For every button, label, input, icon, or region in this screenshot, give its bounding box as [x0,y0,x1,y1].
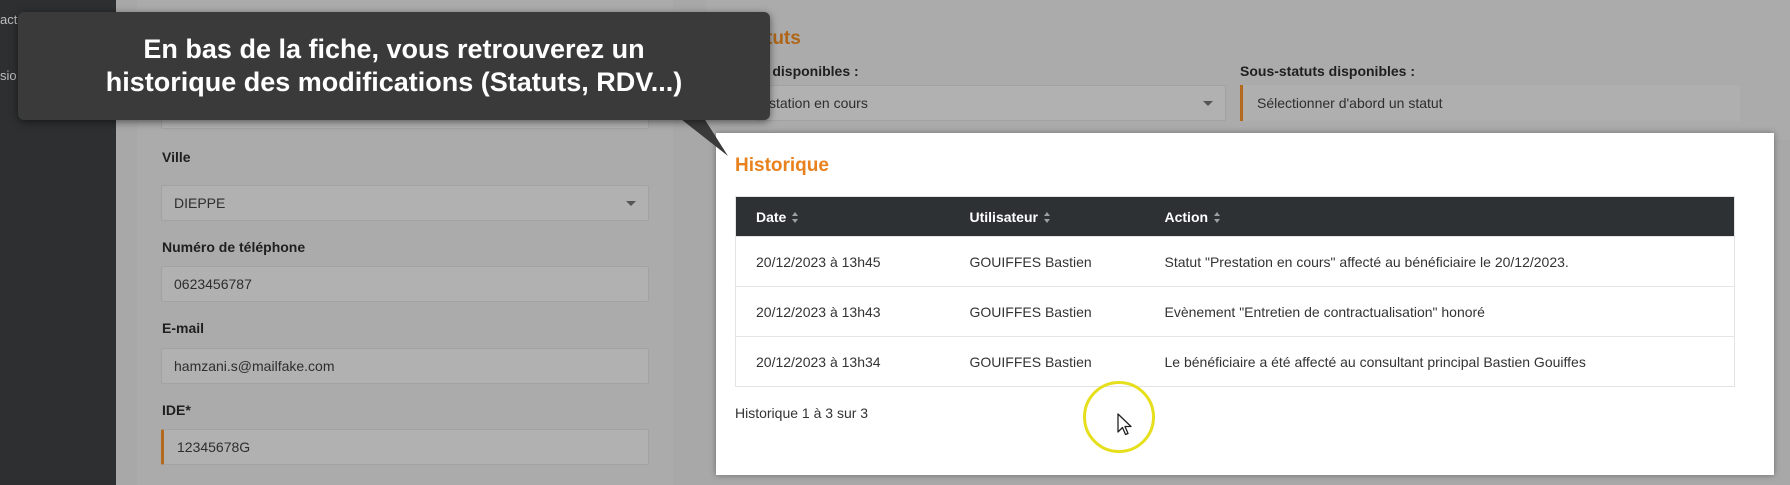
cell-date: 20/12/2023 à 13h34 [735,336,950,387]
table-row: 20/12/2023 à 13h43 GOUIFFES Bastien Evèn… [735,286,1735,337]
mouse-cursor-icon [1117,413,1132,436]
sort-icon [1043,212,1051,224]
sub-status-select[interactable]: Sélectionner d'abord un statut [1240,85,1740,121]
phone-input[interactable]: 0623456787 [161,266,649,302]
cell-action: Evènement "Entretien de contractualisati… [1144,286,1735,337]
status-title: tuts [766,28,801,49]
sort-icon [792,212,799,224]
status-select[interactable]: station en cours [756,85,1226,121]
chevron-down-icon [626,201,636,206]
tooltip-line: En bas de la fiche, vous retrouverez un [143,34,645,64]
cell-action: Statut "Prestation en cours" affecté au … [1144,236,1735,287]
ville-select[interactable]: DIEPPE [161,185,649,221]
tooltip-text: En bas de la fiche, vous retrouverez un … [18,33,770,99]
cell-user: GOUIFFES Bastien [949,336,1145,387]
cell-action: Le bénéficiaire a été affecté au consult… [1144,336,1735,387]
ide-label: IDE* [162,402,191,418]
column-header-label: Date [756,208,787,225]
ide-input[interactable]: 12345678G [161,429,649,465]
cell-date: 20/12/2023 à 13h43 [735,286,950,337]
historique-panel: Historique Date Utilisateur Action 20/12… [716,133,1774,475]
column-header-label: Action [1164,208,1209,225]
cell-user: GOUIFFES Bastien [949,286,1145,337]
column-header-date[interactable]: Date [735,196,950,237]
pagination-info: Historique 1 à 3 sur 3 [735,405,869,421]
email-label: E-mail [162,320,205,336]
cell-date: 20/12/2023 à 13h45 [735,236,950,287]
tooltip-line: historique des modifications (Statuts, R… [105,67,683,97]
sub-status-label: Sous-statuts disponibles : [1240,63,1416,79]
phone-label: Numéro de téléphone [162,239,306,255]
column-header-label: Utilisateur [969,208,1038,225]
chevron-down-icon [1203,101,1213,106]
historique-table: Date Utilisateur Action 20/12/2023 à 13h… [735,196,1735,387]
table-row: 20/12/2023 à 13h34 GOUIFFES Bastien Le b… [735,336,1735,387]
status-available-label: ts disponibles : [756,63,859,79]
ville-value: DIEPPE [174,195,226,211]
status-card: tuts ts disponibles : station en cours S… [706,0,1790,140]
column-header-user[interactable]: Utilisateur [949,196,1145,237]
email-input[interactable]: hamzani.s@mailfake.com [161,348,649,384]
tutorial-tooltip: En bas de la fiche, vous retrouverez un … [18,12,770,120]
table-header-row: Date Utilisateur Action [735,196,1735,237]
status-selected-value: station en cours [769,95,868,111]
table-row: 20/12/2023 à 13h45 GOUIFFES Bastien Stat… [735,236,1735,287]
sort-icon [1214,212,1221,224]
column-header-action[interactable]: Action [1144,196,1735,237]
cell-user: GOUIFFES Bastien [949,236,1145,287]
